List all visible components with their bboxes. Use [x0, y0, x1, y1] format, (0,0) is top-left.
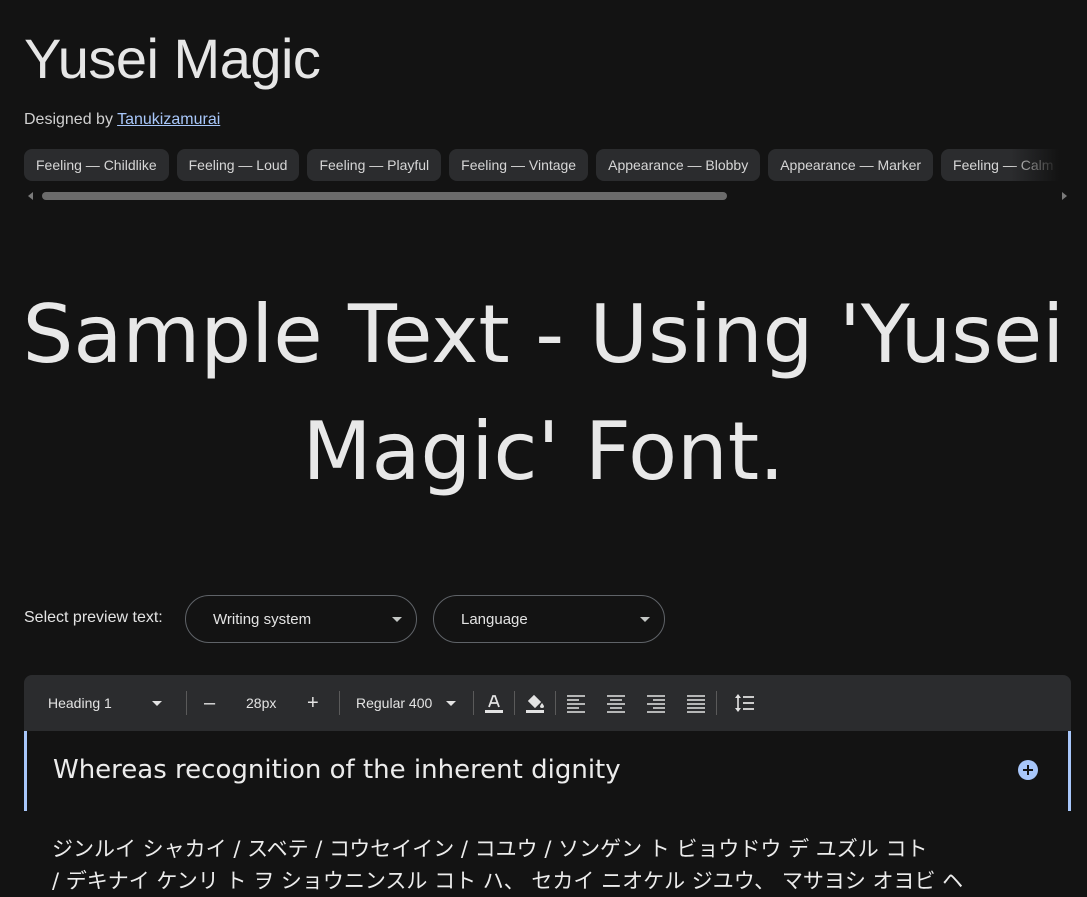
font-weight-value: Regular 400 [356, 695, 433, 711]
language-select[interactable]: Language [433, 595, 665, 643]
scroll-left-icon[interactable] [28, 192, 33, 200]
tag-chip[interactable]: Feeling — Vintage [449, 149, 589, 181]
font-title: Yusei Magic [24, 27, 321, 90]
tag-chip[interactable]: Feeling — Playful [307, 149, 442, 181]
writing-system-value: Writing system [213, 611, 312, 628]
tag-chip[interactable]: Appearance — Marker [768, 149, 934, 181]
horizontal-scrollbar[interactable] [24, 190, 1071, 202]
writing-system-select[interactable]: Writing system [185, 595, 417, 643]
scroll-thumb[interactable] [42, 192, 727, 200]
toolbar-divider [555, 691, 556, 715]
scroll-right-icon[interactable] [1062, 192, 1067, 200]
editor-heading-text[interactable]: Whereas recognition of the inherent dign… [53, 755, 621, 785]
align-center-icon[interactable] [604, 691, 628, 715]
font-size-value[interactable]: 28px [246, 675, 276, 731]
align-left-icon[interactable] [564, 691, 588, 715]
tag-chip[interactable]: Feeling — Loud [176, 149, 300, 181]
toolbar-divider [186, 691, 187, 715]
align-justify-icon[interactable] [684, 691, 708, 715]
increase-size-button[interactable]: + [307, 675, 319, 731]
caret-down-icon [640, 617, 650, 622]
decrease-size-button[interactable]: – [204, 675, 215, 731]
text-style-select[interactable]: Heading 1 [48, 675, 186, 731]
editor-paragraph[interactable]: ジンルイ シャカイ / スベテ / コウセイイン / コユウ / ソンゲン ト … [52, 833, 1012, 897]
caret-down-icon [446, 701, 456, 706]
caret-down-icon [152, 701, 162, 706]
tag-chip[interactable]: Appearance — Blobby [596, 149, 761, 181]
line-height-icon[interactable] [733, 691, 757, 715]
toolbar-divider [716, 691, 717, 715]
highlight-color-icon[interactable] [523, 691, 547, 715]
tag-chip[interactable]: Feeling — Childlike [24, 149, 169, 181]
toolbar-divider [339, 691, 340, 715]
designed-by-label: Designed by [24, 111, 113, 128]
sample-text: Sample Text - Using 'Yusei Magic' Font. [22, 288, 1065, 498]
preview-text-label: Select preview text: [24, 609, 163, 626]
add-circle-icon[interactable] [1018, 760, 1038, 780]
language-value: Language [461, 611, 528, 628]
caret-down-icon [392, 617, 402, 622]
text-style-value: Heading 1 [48, 695, 112, 711]
toolbar-divider [514, 691, 515, 715]
toolbar-divider [473, 691, 474, 715]
editor-heading-row[interactable]: Whereas recognition of the inherent dign… [24, 731, 1071, 811]
align-right-icon[interactable] [644, 691, 668, 715]
font-weight-select[interactable]: Regular 400 [356, 675, 460, 731]
text-color-icon[interactable] [482, 691, 506, 715]
tag-chip-list: Feeling — Childlike Feeling — Loud Feeling… [24, 149, 1071, 181]
designer-line: Designed by Tanukizamurai [24, 111, 220, 129]
editor-toolbar: Heading 1 – 28px + Regular 400 [24, 675, 1071, 731]
designer-link[interactable]: Tanukizamurai [117, 111, 220, 128]
chip-fade-overlay [1011, 149, 1071, 181]
